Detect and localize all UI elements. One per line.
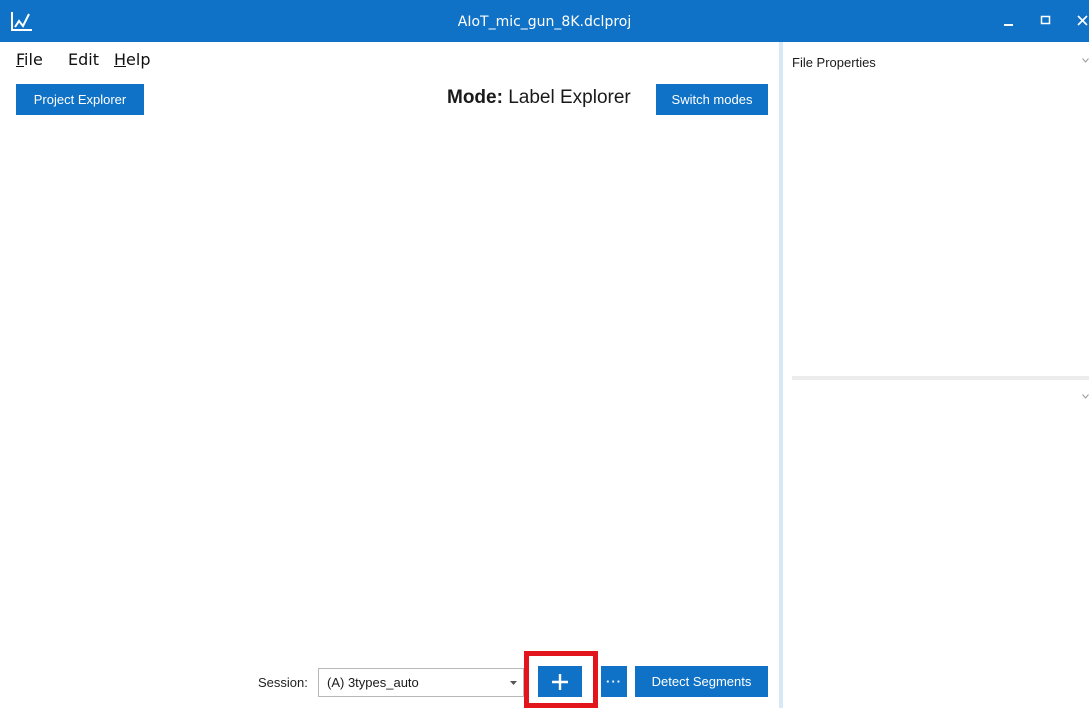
add-session-button[interactable]: [538, 666, 582, 697]
detect-segments-button[interactable]: Detect Segments: [635, 666, 768, 697]
close-icon[interactable]: [1072, 11, 1089, 31]
project-explorer-button[interactable]: Project Explorer: [16, 84, 144, 115]
chevron-down-icon[interactable]: [1082, 394, 1089, 399]
minimize-icon[interactable]: [998, 11, 1020, 31]
label-explorer-canvas: [0, 120, 779, 660]
title-bar: AIoT_mic_gun_8K.dclproj: [0, 0, 1089, 42]
menu-help[interactable]: Help: [114, 50, 150, 69]
file-properties-title: File Properties: [792, 55, 876, 70]
mode-indicator: Mode: Label Explorer: [447, 87, 631, 109]
session-value: (A) 3types_auto: [327, 675, 419, 690]
panel-divider[interactable]: [792, 376, 1089, 380]
plus-icon: [552, 673, 568, 690]
dropdown-arrow-icon: [510, 681, 517, 685]
chevron-down-icon[interactable]: [1082, 58, 1089, 63]
menu-file-label: ile: [24, 50, 43, 69]
session-label: Session:: [258, 675, 308, 690]
switch-modes-button[interactable]: Switch modes: [656, 84, 768, 115]
menu-file-accel: F: [16, 50, 25, 69]
panel-splitter[interactable]: [779, 42, 783, 708]
maximize-icon[interactable]: [1035, 11, 1057, 31]
menu-help-accel: H: [114, 50, 127, 69]
menu-file[interactable]: File: [16, 50, 43, 69]
mode-value: Label Explorer: [508, 87, 631, 108]
session-dropdown[interactable]: (A) 3types_auto: [318, 668, 524, 697]
more-options-button[interactable]: ···: [601, 666, 627, 697]
window-title: AIoT_mic_gun_8K.dclproj: [457, 14, 632, 30]
menu-help-label: elp: [126, 50, 151, 69]
mode-prefix: Mode:: [447, 87, 503, 108]
menu-edit[interactable]: Edit: [68, 50, 99, 69]
